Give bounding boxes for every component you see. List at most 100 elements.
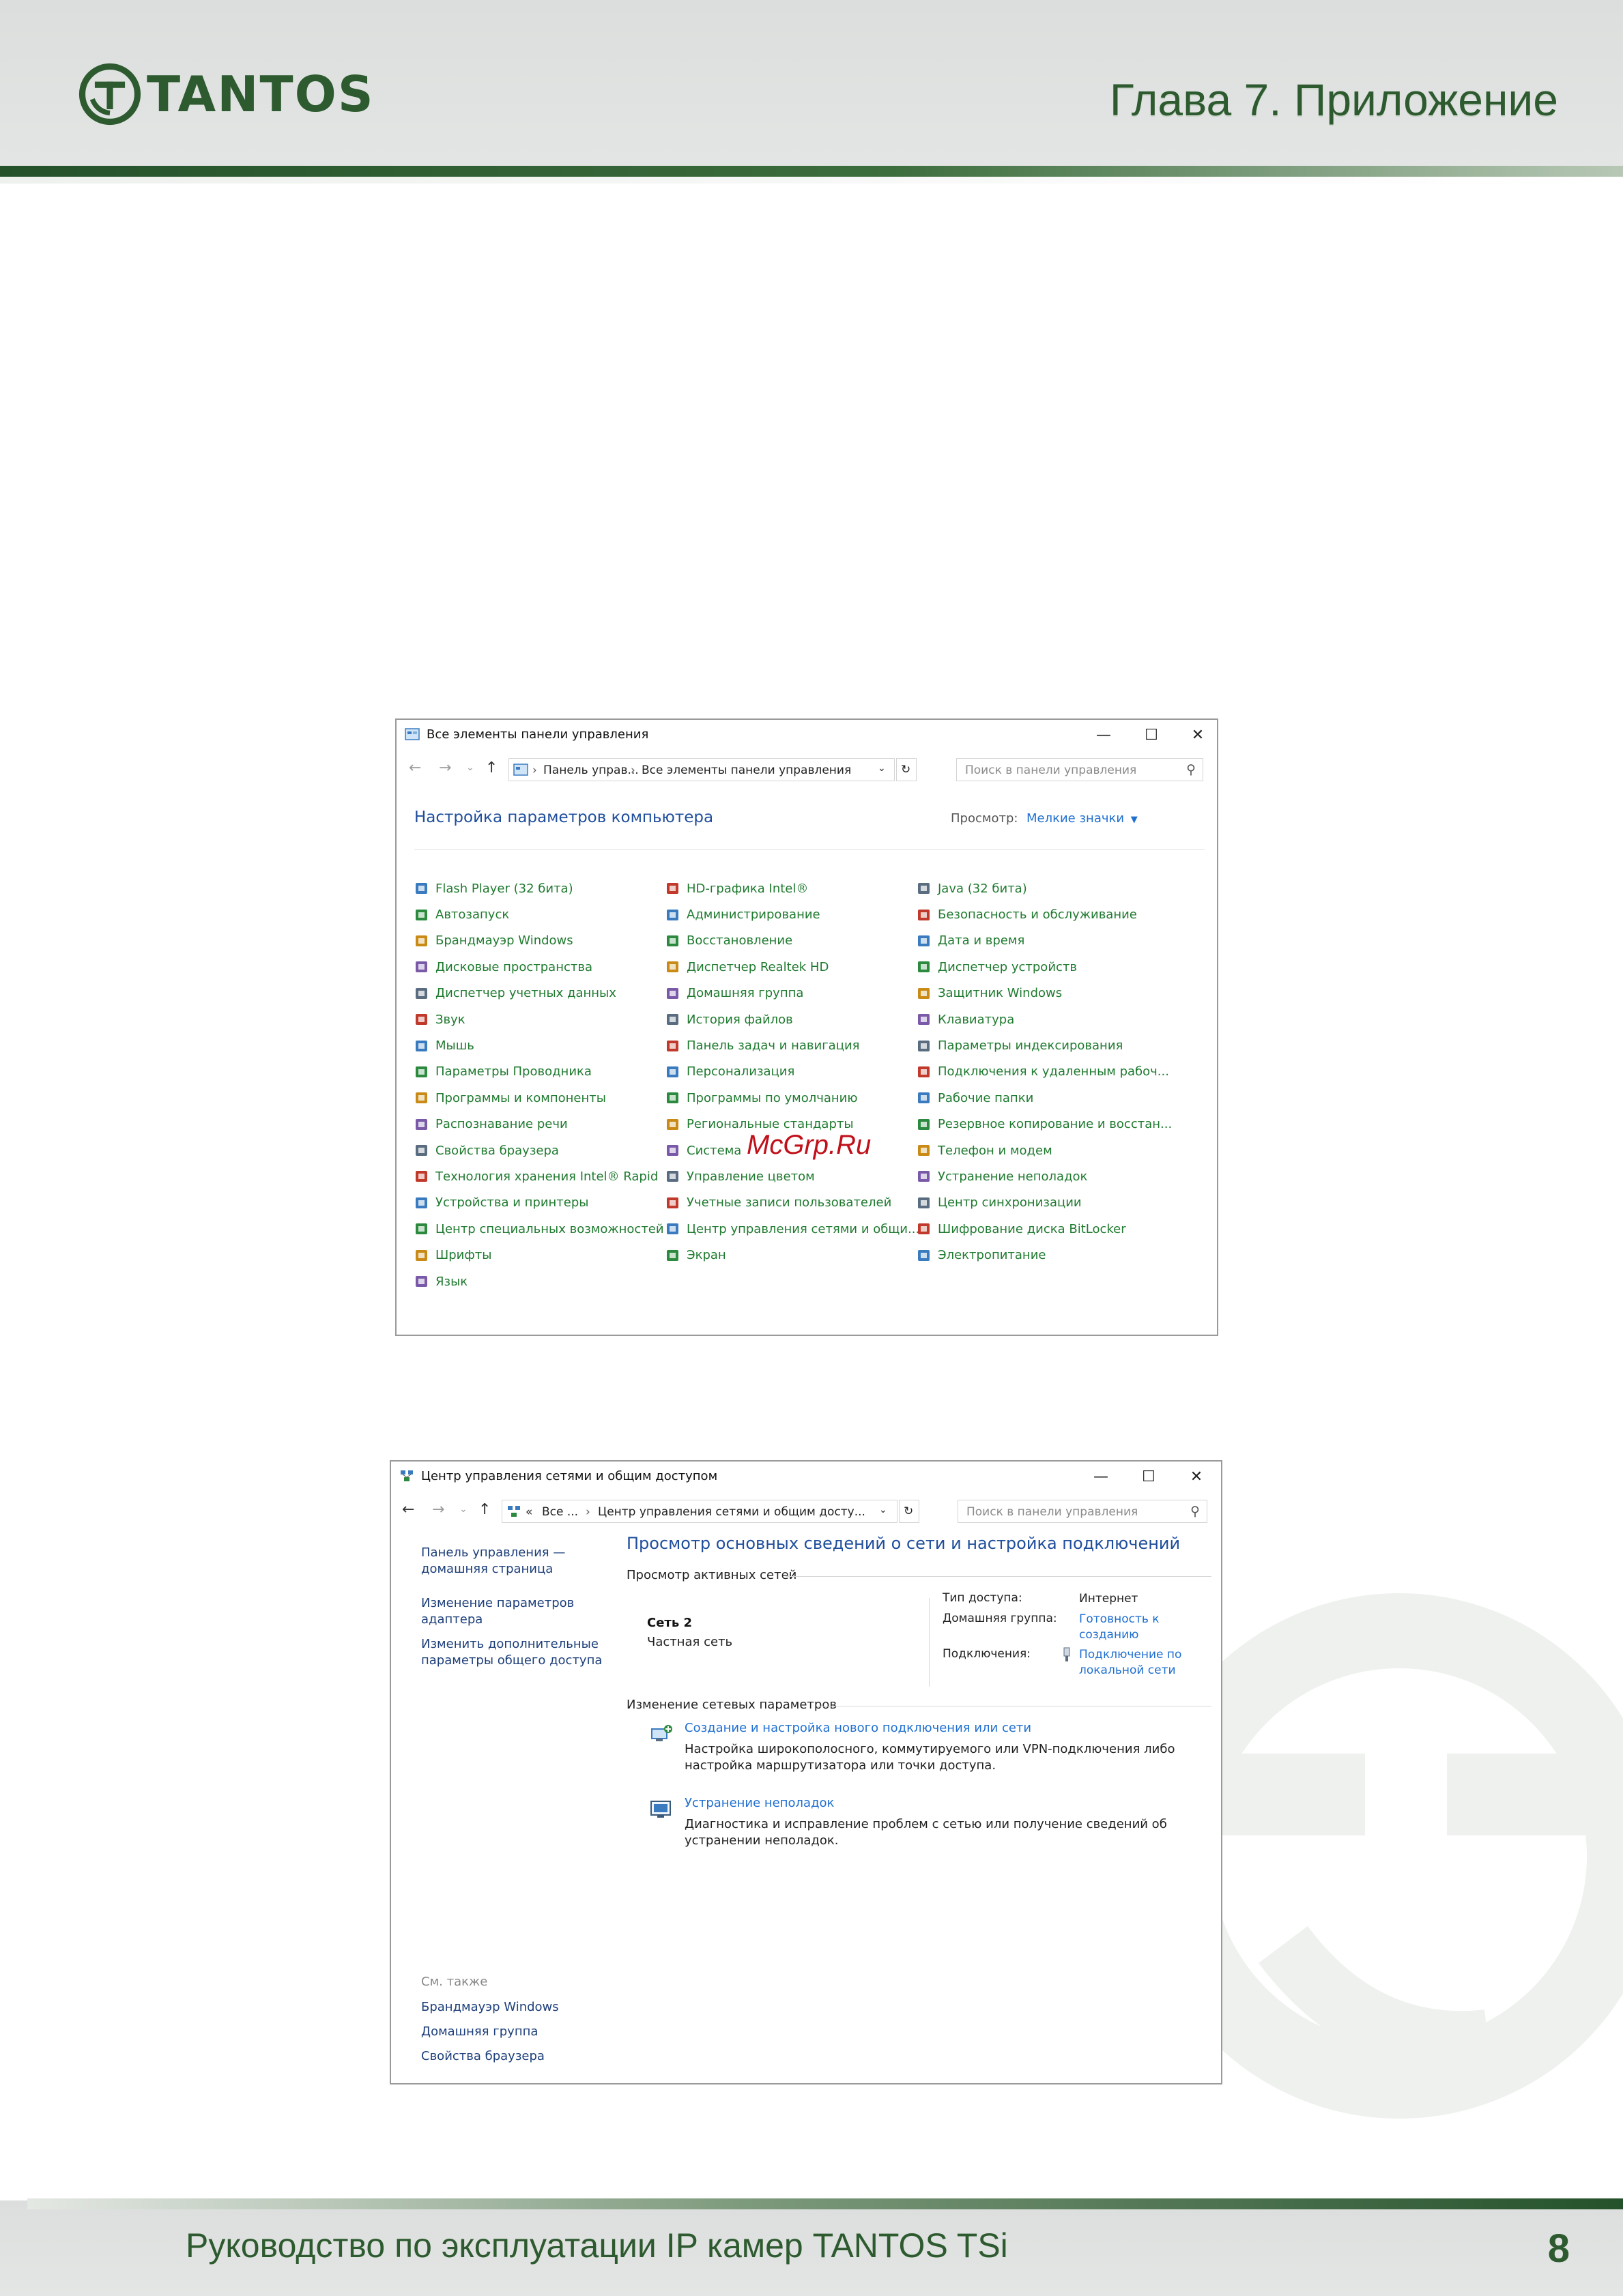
- chevron-down-icon[interactable]: ⌄: [466, 762, 474, 773]
- cp-item[interactable]: Клавиатура: [917, 1006, 1172, 1032]
- cp-item[interactable]: Персонализация: [665, 1059, 919, 1085]
- cp-item[interactable]: История файлов: [665, 1006, 919, 1032]
- cp-item[interactable]: Шрифты: [414, 1242, 664, 1268]
- search-input[interactable]: Поиск в панели управления ⚲: [958, 1500, 1207, 1523]
- cp-item[interactable]: Экран: [665, 1242, 919, 1268]
- forward-arrow-icon[interactable]: →: [432, 1501, 444, 1518]
- cp-item[interactable]: Учетные записи пользователей: [665, 1190, 919, 1216]
- see-also-browser-link[interactable]: Свойства браузера: [421, 2048, 545, 2065]
- view-dropdown[interactable]: Мелкие значки ▼: [1026, 811, 1138, 826]
- search-icon[interactable]: ⚲: [1186, 762, 1196, 777]
- cp-item[interactable]: Программы по умолчанию: [665, 1085, 919, 1111]
- up-arrow-icon[interactable]: ↑: [485, 759, 498, 776]
- chevron-down-icon[interactable]: ⌄: [459, 1504, 468, 1515]
- breadcrumb-item[interactable]: Все элементы панели управления: [642, 764, 851, 777]
- up-arrow-icon[interactable]: ↑: [478, 1501, 491, 1518]
- cp-item[interactable]: HD-графика Intel®: [665, 875, 919, 901]
- cp-item[interactable]: Центр управления сетями и общи...: [665, 1216, 919, 1242]
- back-arrow-icon[interactable]: ←: [409, 759, 421, 776]
- watermark-text: McGrp.Ru: [747, 1130, 872, 1160]
- cp-item[interactable]: Центр специальных возможностей: [414, 1216, 664, 1242]
- cp-item[interactable]: Безопасность и обслуживание: [917, 901, 1172, 927]
- sidebar-adapter-link[interactable]: Изменение параметров адаптера: [421, 1595, 574, 1628]
- close-button[interactable]: ✕: [1177, 723, 1218, 747]
- troubleshoot-link[interactable]: Устранение неполадок: [685, 1796, 834, 1810]
- chevron-down-icon[interactable]: ⌄: [878, 763, 886, 774]
- footer-title: Руководство по эксплуатации IP камер TAN…: [186, 2226, 1008, 2265]
- security-flag-icon: [918, 909, 930, 920]
- address-input[interactable]: « Все ... › Центр управления сетями и об…: [502, 1500, 897, 1523]
- cp-item[interactable]: Диспетчер устройств: [917, 954, 1172, 980]
- realtek-icon: [667, 961, 678, 973]
- chapter-title: Глава 7. Приложение: [1109, 74, 1558, 125]
- cp-item[interactable]: Восстановление: [665, 928, 919, 954]
- cp-item[interactable]: Брандмауэр Windows: [414, 928, 664, 954]
- cp-item[interactable]: Программы и компоненты: [414, 1085, 664, 1111]
- sidebar-home-link[interactable]: Панель управления — домашняя страница: [421, 1545, 565, 1578]
- divider: [929, 1598, 930, 1687]
- close-button[interactable]: ✕: [1176, 1464, 1217, 1489]
- connection-link[interactable]: Подключение по локальной сети: [1079, 1647, 1216, 1679]
- sidebar-sharing-link[interactable]: Изменить дополнительные параметры общего…: [421, 1636, 602, 1669]
- cp-item[interactable]: Свойства браузера: [414, 1137, 664, 1163]
- breadcrumb-item[interactable]: Все ...: [542, 1505, 578, 1519]
- cp-item[interactable]: Параметры индексирования: [917, 1032, 1172, 1058]
- cp-item[interactable]: Телефон и модем: [917, 1137, 1172, 1163]
- items-column-2: HD-графика Intel® Администрирование Восста…: [665, 875, 919, 1268]
- cp-item[interactable]: Подключения к удаленным рабоч...: [917, 1059, 1172, 1085]
- cp-item-label: Защитник Windows: [938, 986, 1063, 1001]
- cp-item[interactable]: Технология хранения Intel® Rapid: [414, 1163, 664, 1189]
- search-input[interactable]: Поиск в панели управления ⚲: [956, 758, 1203, 781]
- cp-item[interactable]: Дисковые пространства: [414, 954, 664, 980]
- system-icon: [667, 1145, 678, 1157]
- new-connection-link[interactable]: Создание и настройка нового подключения …: [685, 1721, 1031, 1735]
- cp-item[interactable]: Язык: [414, 1268, 664, 1294]
- address-input[interactable]: › Панель управ... › Все элементы панели …: [508, 758, 895, 781]
- items-column-3: Java (32 бита) Безопасность и обслуживани…: [917, 875, 1172, 1268]
- maximize-button[interactable]: ☐: [1131, 723, 1172, 747]
- homegroup-link[interactable]: Готовность к созданию: [1079, 1612, 1216, 1643]
- cp-item[interactable]: Диспетчер учетных данных: [414, 980, 664, 1006]
- search-icon[interactable]: ⚲: [1190, 1504, 1200, 1519]
- chevron-down-icon[interactable]: ⌄: [879, 1505, 887, 1515]
- maximize-button[interactable]: ☐: [1128, 1464, 1169, 1489]
- minimize-button[interactable]: —: [1083, 723, 1124, 747]
- minimize-button[interactable]: —: [1080, 1464, 1121, 1489]
- cp-item[interactable]: Домашняя группа: [665, 980, 919, 1006]
- cp-item[interactable]: Рабочие папки: [917, 1085, 1172, 1111]
- cp-item[interactable]: Мышь: [414, 1032, 664, 1058]
- cp-item[interactable]: Администрирование: [665, 901, 919, 927]
- cp-item-label: HD-графика Intel®: [687, 881, 809, 896]
- cp-item[interactable]: Flash Player (32 бита): [414, 875, 664, 901]
- see-also-firewall-link[interactable]: Брандмауэр Windows: [421, 1999, 559, 2016]
- cp-item[interactable]: Дата и время: [917, 928, 1172, 954]
- cp-item[interactable]: Параметры Проводника: [414, 1059, 664, 1085]
- see-also-homegroup-link[interactable]: Домашняя группа: [421, 2024, 538, 2040]
- back-arrow-icon[interactable]: ←: [402, 1501, 414, 1518]
- cp-item-label: Брандмауэр Windows: [435, 933, 573, 948]
- breadcrumb-item[interactable]: Центр управления сетями и общим досту...: [598, 1505, 865, 1519]
- cp-item[interactable]: Панель задач и навигация: [665, 1032, 919, 1058]
- cp-item[interactable]: Java (32 бита): [917, 875, 1172, 901]
- cp-item[interactable]: Диспетчер Realtek HD: [665, 954, 919, 980]
- cp-item[interactable]: Электропитание: [917, 1242, 1172, 1268]
- cp-item[interactable]: Распознавание речи: [414, 1111, 664, 1137]
- cp-item[interactable]: Центр синхронизации: [917, 1190, 1172, 1216]
- network-center-window: Центр управления сетями и общим доступом…: [390, 1460, 1222, 2084]
- cp-item[interactable]: Управление цветом: [665, 1163, 919, 1189]
- cp-item[interactable]: Устранение неполадок: [917, 1163, 1172, 1189]
- cp-item[interactable]: Защитник Windows: [917, 980, 1172, 1006]
- divider: [786, 1576, 1211, 1577]
- breadcrumb-item[interactable]: Панель управ...: [543, 764, 639, 777]
- forward-arrow-icon[interactable]: →: [439, 759, 451, 776]
- caret-down-icon: ▼: [1130, 815, 1138, 825]
- cp-item[interactable]: Автозапуск: [414, 901, 664, 927]
- refresh-button[interactable]: ↻: [896, 758, 917, 781]
- cp-item[interactable]: Шифрование диска BitLocker: [917, 1216, 1172, 1242]
- cp-item-label: Учетные записи пользователей: [687, 1195, 892, 1210]
- cp-item[interactable]: Резервное копирование и восстан...: [917, 1111, 1172, 1137]
- cp-item[interactable]: Звук: [414, 1006, 664, 1032]
- breadcrumb-overflow[interactable]: «: [526, 1505, 532, 1519]
- cp-item[interactable]: Устройства и принтеры: [414, 1190, 664, 1216]
- refresh-button[interactable]: ↻: [899, 1500, 919, 1523]
